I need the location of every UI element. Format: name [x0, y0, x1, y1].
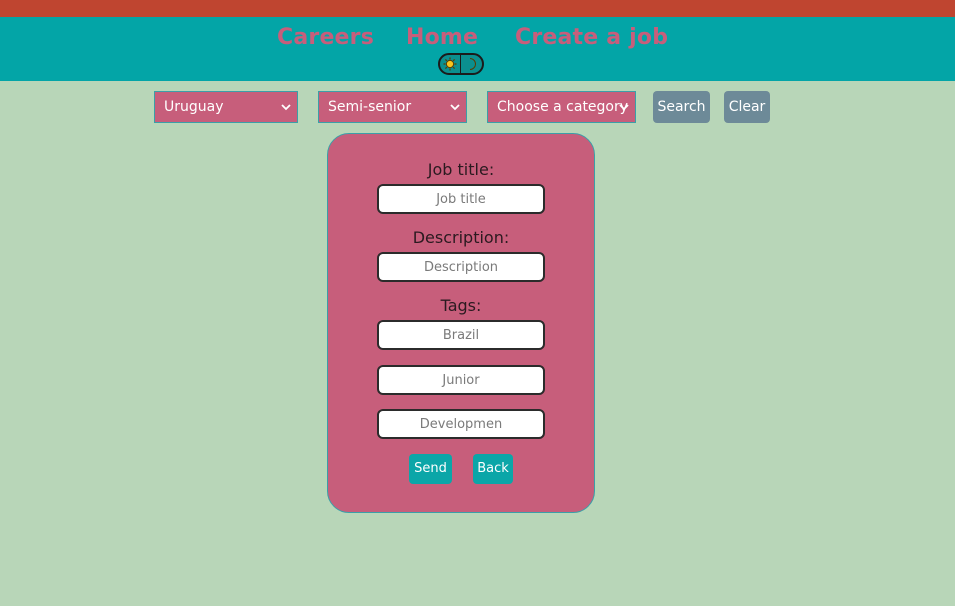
create-job-form: Job title: Description: Tags: Send Back [327, 133, 595, 513]
filter-bar: Uruguay Semi-senior Choose a category Se… [0, 91, 955, 123]
sun-icon [440, 55, 461, 73]
nav-link-home[interactable]: Home [406, 25, 478, 50]
tag-input-location[interactable] [377, 320, 545, 350]
navbar: Careers Home Create a job [0, 17, 955, 81]
tag-input-level[interactable] [377, 365, 545, 395]
category-select[interactable]: Choose a category [487, 91, 636, 123]
tag-input-category[interactable] [377, 409, 545, 439]
nav-link-create-job[interactable]: Create a job [515, 25, 668, 50]
back-button[interactable]: Back [473, 454, 513, 484]
chevron-down-icon [450, 104, 460, 111]
category-select-value: Choose a category [497, 99, 629, 115]
search-button[interactable]: Search [653, 91, 710, 123]
theme-toggle[interactable] [438, 53, 484, 75]
job-title-input[interactable] [377, 184, 545, 214]
level-select-value: Semi-senior [328, 99, 412, 115]
chevron-down-icon [281, 104, 291, 111]
country-select-value: Uruguay [164, 99, 224, 115]
moon-icon [461, 55, 482, 73]
top-color-strip [0, 0, 955, 17]
country-select[interactable]: Uruguay [154, 91, 298, 123]
clear-button[interactable]: Clear [724, 91, 770, 123]
description-input[interactable] [377, 252, 545, 282]
nav-link-careers[interactable]: Careers [277, 25, 374, 50]
job-title-label: Job title: [427, 160, 495, 179]
tags-label: Tags: [440, 296, 482, 315]
description-label: Description: [412, 228, 510, 247]
send-button[interactable]: Send [409, 454, 452, 484]
level-select[interactable]: Semi-senior [318, 91, 467, 123]
chevron-down-icon [619, 104, 629, 111]
